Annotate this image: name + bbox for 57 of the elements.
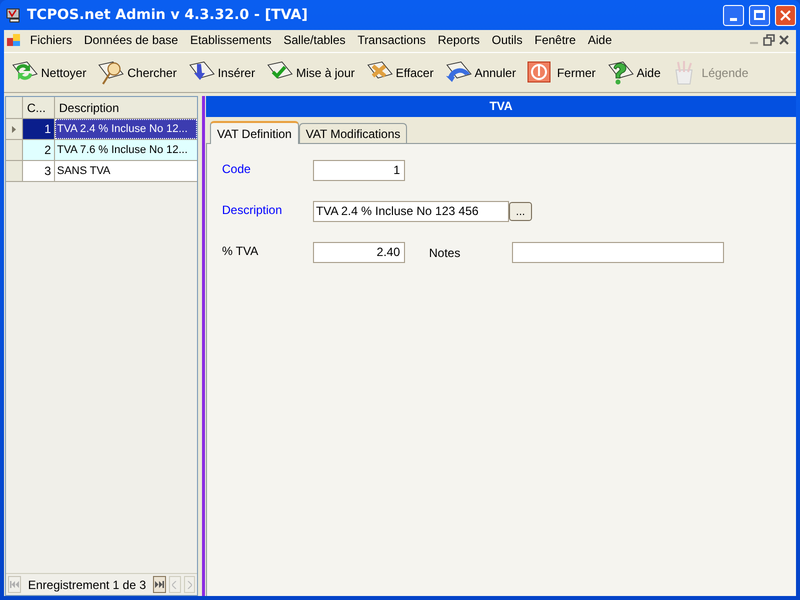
mdi-restore-icon[interactable]	[763, 34, 775, 46]
first-icon	[10, 581, 19, 588]
panel-title: TVA	[206, 96, 796, 117]
close-button[interactable]: Fermer	[524, 56, 598, 90]
field-label: Description	[222, 202, 284, 219]
menu-item[interactable]: Transactions	[352, 31, 432, 49]
notes-field[interactable]	[512, 242, 724, 263]
field-label: Code	[222, 161, 252, 178]
help-button[interactable]: Aide	[604, 56, 663, 90]
column-header[interactable]: C...	[23, 97, 55, 118]
menu-item[interactable]: Données de base	[78, 31, 184, 49]
column-header[interactable]: Description	[55, 97, 197, 118]
menu-item[interactable]: Etablissements	[184, 31, 278, 49]
description-field[interactable]: TVA 2.4 % Incluse No 123 456	[313, 201, 509, 222]
clear-button[interactable]: Nettoyer	[8, 56, 88, 90]
menu-item[interactable]: Fenêtre	[528, 31, 582, 49]
table-cell: TVA 2.4 % Incluse No 12...	[55, 119, 197, 139]
window-menu-icon[interactable]	[7, 33, 21, 47]
table-row[interactable]: 2 TVA 7.6 % Incluse No 12...	[6, 140, 197, 161]
last-record-button[interactable]	[153, 576, 166, 593]
close-button[interactable]	[775, 4, 796, 26]
table-cell: 2	[23, 140, 55, 160]
vat-field[interactable]: 2.40	[313, 242, 405, 263]
window-title: TCPOS.net Admin v 4.3.32.0 - [TVA]	[27, 6, 309, 24]
question-icon	[606, 60, 634, 86]
table-cell-text: TVA 7.6 % Incluse No 12...	[56, 143, 189, 158]
current-row-icon	[12, 126, 16, 132]
close-icon	[780, 10, 791, 20]
table-cell: 3	[23, 161, 55, 181]
field-label: % TVA	[222, 243, 260, 260]
last-icon	[155, 581, 164, 588]
maximize-button[interactable]	[749, 4, 770, 26]
search-button[interactable]: Chercher	[94, 56, 179, 90]
minimize-button[interactable]	[723, 4, 744, 26]
code-field[interactable]: 1	[313, 160, 405, 181]
tab[interactable]: VAT Modifications	[298, 123, 408, 143]
delete-button[interactable]: Effacer	[362, 56, 436, 90]
update-button[interactable]: Mise à jour	[263, 56, 357, 90]
table-row[interactable]: 3 SANS TVA	[6, 161, 197, 182]
field-label: Notes	[428, 244, 462, 262]
mdi-close-icon[interactable]	[778, 34, 790, 46]
menu-item[interactable]: Fichiers	[24, 31, 78, 49]
magnifier-icon	[96, 60, 124, 86]
menu-item[interactable]: Outils	[486, 31, 528, 49]
record-counter: Enregistrement 1 de 3	[28, 576, 146, 594]
app-icon	[6, 7, 22, 23]
menu-item[interactable]: Reports	[432, 31, 486, 49]
chevron-left-icon	[172, 580, 178, 588]
table-row[interactable]: 1 TVA 2.4 % Incluse No 12...	[6, 119, 197, 140]
browse-button[interactable]: ...	[509, 202, 532, 221]
table-cell-text: SANS TVA	[56, 164, 112, 179]
chevron-right-icon	[186, 580, 192, 588]
tab[interactable]: VAT Definition	[210, 121, 299, 144]
menu-item[interactable]: Aide	[582, 31, 618, 49]
insert-button[interactable]: Insérer	[184, 56, 258, 90]
menu-item[interactable]: Salle/tables	[277, 31, 352, 49]
undo-button[interactable]: Annuler	[442, 56, 518, 90]
